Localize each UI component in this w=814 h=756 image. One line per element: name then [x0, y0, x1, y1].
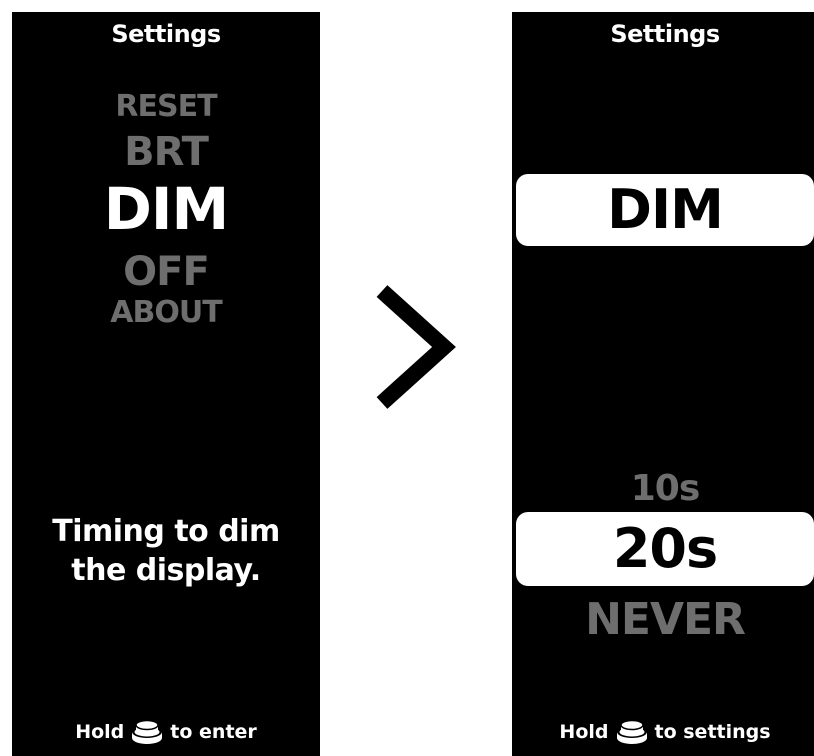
- menu-item-about[interactable]: ABOUT: [12, 298, 320, 328]
- option-20s-selected[interactable]: 20s: [516, 512, 814, 586]
- screen-title: Settings: [111, 20, 221, 48]
- menu-item-brt[interactable]: BRT: [12, 132, 320, 172]
- menu-item-dim-selected[interactable]: DIM: [12, 180, 320, 238]
- menu-item-reset[interactable]: RESET: [12, 92, 320, 122]
- dim-setting-screen: Settings DIM 10s 20s NEVER Hold to setti…: [512, 12, 814, 756]
- option-never[interactable]: NEVER: [512, 594, 814, 645]
- chevron-right-icon: [376, 285, 456, 409]
- description-line-1: Timing to dim: [52, 514, 280, 549]
- screen-title: Settings: [610, 20, 720, 48]
- footer-hold-label: Hold: [75, 721, 125, 743]
- option-10s[interactable]: 10s: [512, 468, 814, 509]
- footer-hint: Hold to enter: [12, 718, 320, 746]
- footer-action-label: to enter: [170, 721, 257, 743]
- setting-description: Timing to dim the display.: [12, 512, 320, 590]
- push-button-icon: [132, 719, 163, 744]
- description-line-2: the display.: [71, 553, 261, 588]
- footer-action-label: to settings: [654, 721, 771, 743]
- footer-hold-label: Hold: [559, 721, 609, 743]
- settings-menu-screen: Settings RESET BRT DIM OFF ABOUT Timing …: [12, 12, 320, 756]
- footer-hint: Hold to settings: [512, 718, 814, 746]
- menu-item-off[interactable]: OFF: [12, 252, 320, 292]
- push-button-icon: [616, 719, 647, 744]
- selected-setting-label: DIM: [516, 174, 814, 246]
